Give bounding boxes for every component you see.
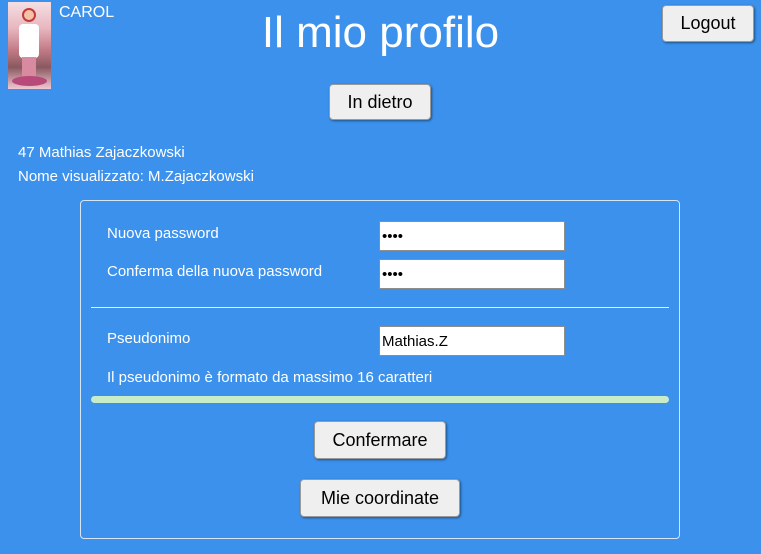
logout-button[interactable]: Logout <box>662 5 754 42</box>
avatar-base <box>12 76 47 86</box>
confirm-password-field[interactable] <box>379 259 565 289</box>
back-button[interactable]: In dietro <box>329 84 431 120</box>
pseudonym-field[interactable] <box>379 326 565 356</box>
confirm-password-label: Conferma della nuova password <box>107 263 323 280</box>
new-password-label: Nuova password <box>107 225 219 242</box>
new-password-field[interactable] <box>379 221 565 251</box>
user-id-name: 47 Mathias Zajaczkowski <box>18 144 185 161</box>
pseudonym-length-bar <box>91 396 669 403</box>
confirm-button[interactable]: Confermare <box>314 421 446 459</box>
page-title: Il mio profilo <box>261 8 500 57</box>
display-name: Nome visualizzato: M.Zajaczkowski <box>18 168 254 185</box>
divider <box>91 307 669 308</box>
pseudonym-label: Pseudonimo <box>107 330 191 347</box>
pseudonym-hint: Il pseudonimo è formato da massimo 16 ca… <box>107 369 433 386</box>
my-coordinates-button[interactable]: Mie coordinate <box>300 479 460 517</box>
